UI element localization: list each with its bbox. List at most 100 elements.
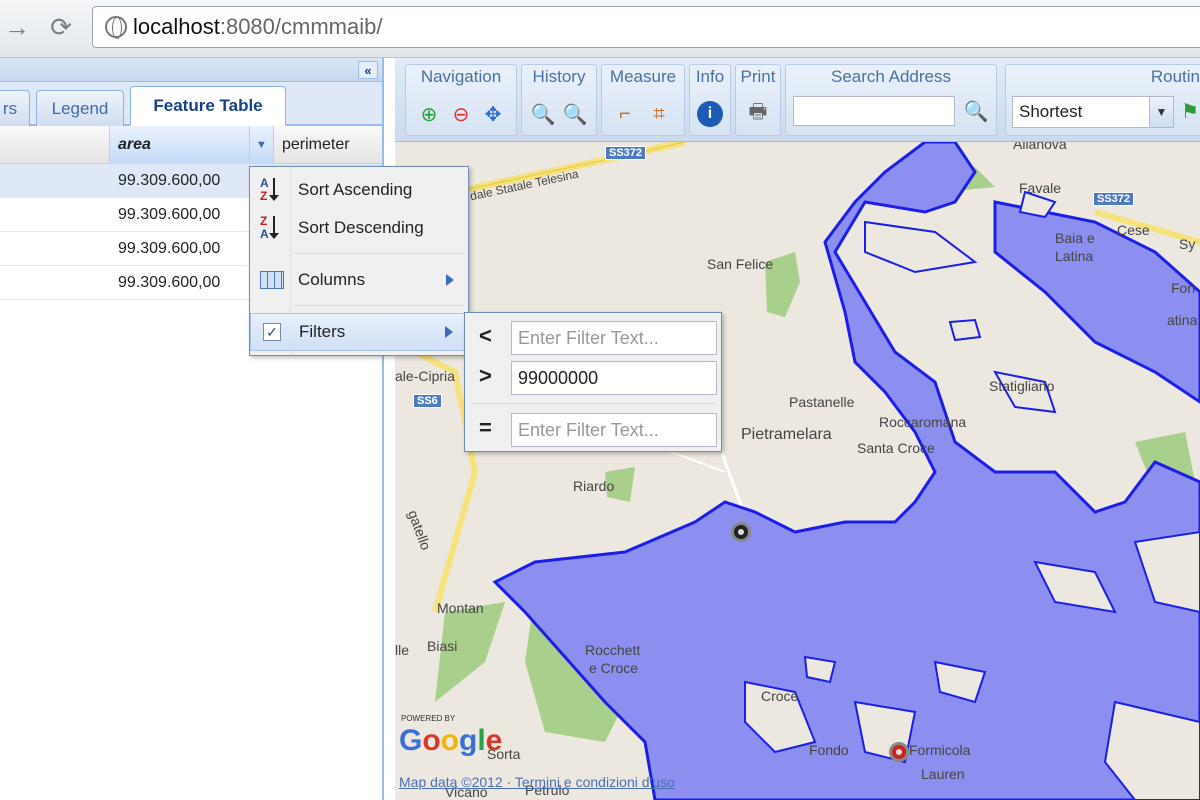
- route-icon[interactable]: ⚑: [1177, 98, 1200, 124]
- map-label: Croce: [761, 688, 799, 704]
- group-title: Routin: [1150, 67, 1200, 86]
- filter-equals-input[interactable]: [511, 413, 717, 447]
- map-label: Statigliano: [989, 378, 1055, 394]
- routing-select[interactable]: Shortest ▼: [1012, 96, 1174, 128]
- greater-than-icon: >: [479, 363, 492, 388]
- area-cell: 99.309.600,00: [118, 206, 221, 223]
- google-logo: Google: [399, 724, 503, 757]
- map-label: Biasi: [427, 638, 458, 654]
- submenu-arrow-icon: [445, 326, 453, 338]
- map-marker[interactable]: [889, 742, 909, 762]
- map-canvas[interactable]: SS372 SS372 SS6 Ailanova Favale Baia e L…: [395, 142, 1200, 800]
- tab-legend[interactable]: Legend: [36, 90, 124, 126]
- history-back-icon[interactable]: 🔍: [530, 101, 556, 127]
- group-title: History: [532, 67, 586, 86]
- url-host: localhost: [133, 14, 220, 39]
- tab-layers[interactable]: rs: [0, 90, 30, 126]
- filter-row-equals: =: [465, 409, 721, 449]
- map-label: Santa Croce: [857, 440, 935, 456]
- reload-icon[interactable]: ⟳: [44, 8, 78, 46]
- collapse-panel-button[interactable]: «: [358, 61, 378, 79]
- menu-item-label: Sort Ascending: [298, 180, 413, 199]
- column-header-blank[interactable]: [0, 126, 110, 164]
- info-group: Info i: [689, 64, 731, 136]
- map-label: ale-Cipria: [395, 368, 455, 384]
- filter-row-greater-than: >: [465, 357, 721, 397]
- less-than-icon: <: [479, 323, 492, 348]
- column-menu-trigger-icon[interactable]: ▼: [250, 126, 274, 164]
- map-label: San Felice: [707, 256, 774, 272]
- area-cell: 99.309.600,00: [118, 240, 221, 257]
- zoom-in-icon[interactable]: ⊕: [416, 101, 442, 127]
- browser-toolbar: → ⟳ localhost:8080/cmmmaib/: [0, 0, 1200, 58]
- road-shield: SS372: [605, 146, 647, 160]
- group-title: Info: [695, 67, 725, 86]
- filters-submenu: < > =: [464, 312, 722, 452]
- group-title: Measure: [609, 67, 677, 86]
- map-label: Formicola: [909, 742, 971, 758]
- chevron-down-icon[interactable]: ▼: [1149, 97, 1173, 127]
- search-icon[interactable]: 🔍: [963, 98, 989, 124]
- submenu-arrow-icon: [446, 274, 454, 286]
- measure-area-icon[interactable]: ⌗: [646, 101, 672, 127]
- grid-header: area ▼ perimeter: [0, 126, 382, 164]
- zoom-out-icon[interactable]: ⊖: [448, 101, 474, 127]
- url-path: :8080/cmmmaib/: [219, 14, 383, 39]
- address-bar[interactable]: localhost:8080/cmmmaib/: [92, 6, 1200, 48]
- map-label: lle: [395, 642, 410, 658]
- history-forward-icon[interactable]: 🔍: [562, 101, 588, 127]
- area-cell: 99.309.600,00: [118, 274, 221, 291]
- map-label: Rocchett: [585, 642, 641, 658]
- pan-icon[interactable]: ✥: [480, 101, 506, 127]
- road-shield: SS6: [413, 394, 442, 408]
- map-label: Riardo: [573, 478, 615, 494]
- history-group: History 🔍 🔍: [521, 64, 597, 136]
- map-label: Sy: [1179, 236, 1196, 252]
- road-shield: SS372: [1093, 192, 1135, 206]
- map-label: Baia e: [1055, 230, 1095, 246]
- map-label: Roccaromana: [879, 414, 967, 430]
- menu-item-filters[interactable]: ✓ Filters: [250, 313, 468, 351]
- menu-item-label: Columns: [298, 270, 366, 289]
- map-label: atina: [1167, 312, 1198, 328]
- area-cell: 99.309.600,00: [118, 172, 221, 189]
- routing-option: Shortest: [1019, 102, 1083, 121]
- menu-item-label: Sort Descending: [298, 218, 424, 237]
- menu-separator: [471, 403, 715, 404]
- menu-item-sort-descending[interactable]: ZA Sort Descending: [250, 209, 468, 247]
- map-label: e Croce: [589, 660, 639, 676]
- filter-less-than-input[interactable]: [511, 321, 717, 355]
- forward-icon[interactable]: →: [0, 8, 34, 46]
- group-title: Print: [740, 67, 776, 86]
- map-label: Cese: [1117, 222, 1150, 238]
- sort-descending-icon: ZA: [260, 214, 286, 242]
- menu-item-columns[interactable]: Columns: [250, 261, 468, 299]
- map-marker[interactable]: [731, 522, 751, 542]
- filter-greater-than-input[interactable]: [511, 361, 717, 395]
- print-icon[interactable]: 🖶: [745, 101, 771, 127]
- map-label: Latina: [1055, 248, 1094, 264]
- menu-separator: [294, 305, 464, 306]
- menu-item-sort-ascending[interactable]: AZ Sort Ascending: [250, 171, 468, 209]
- navigation-group: Navigation ⊕ ⊖ ✥: [405, 64, 517, 136]
- map-label: Montan: [437, 600, 484, 616]
- info-icon[interactable]: i: [697, 101, 723, 127]
- print-group: Print 🖶: [735, 64, 781, 136]
- map-label: Lauren: [921, 766, 965, 782]
- map-attribution-link[interactable]: Map data ©2012 · Termini e condizioni d'…: [399, 774, 675, 790]
- tab-feature-table[interactable]: Feature Table: [130, 86, 286, 126]
- panel-header: «: [0, 58, 382, 82]
- panel-tabs: rs Legend Feature Table: [0, 82, 382, 126]
- menu-item-label: Filters: [299, 322, 346, 341]
- column-header-perimeter[interactable]: perimeter: [274, 126, 384, 164]
- globe-icon: [105, 16, 127, 39]
- sort-ascending-icon: AZ: [260, 176, 286, 204]
- menu-separator: [294, 253, 464, 254]
- measure-length-icon[interactable]: ⌐: [612, 101, 638, 127]
- checkbox-checked-icon[interactable]: ✓: [263, 323, 281, 341]
- column-header-area[interactable]: area: [110, 126, 250, 164]
- map-toolbar: Navigation ⊕ ⊖ ✥ History 🔍 🔍 Measure ⌐ ⌗…: [395, 58, 1200, 142]
- equals-icon: =: [479, 415, 492, 440]
- map-label: Pastanelle: [789, 394, 855, 410]
- search-address-input[interactable]: [793, 96, 955, 126]
